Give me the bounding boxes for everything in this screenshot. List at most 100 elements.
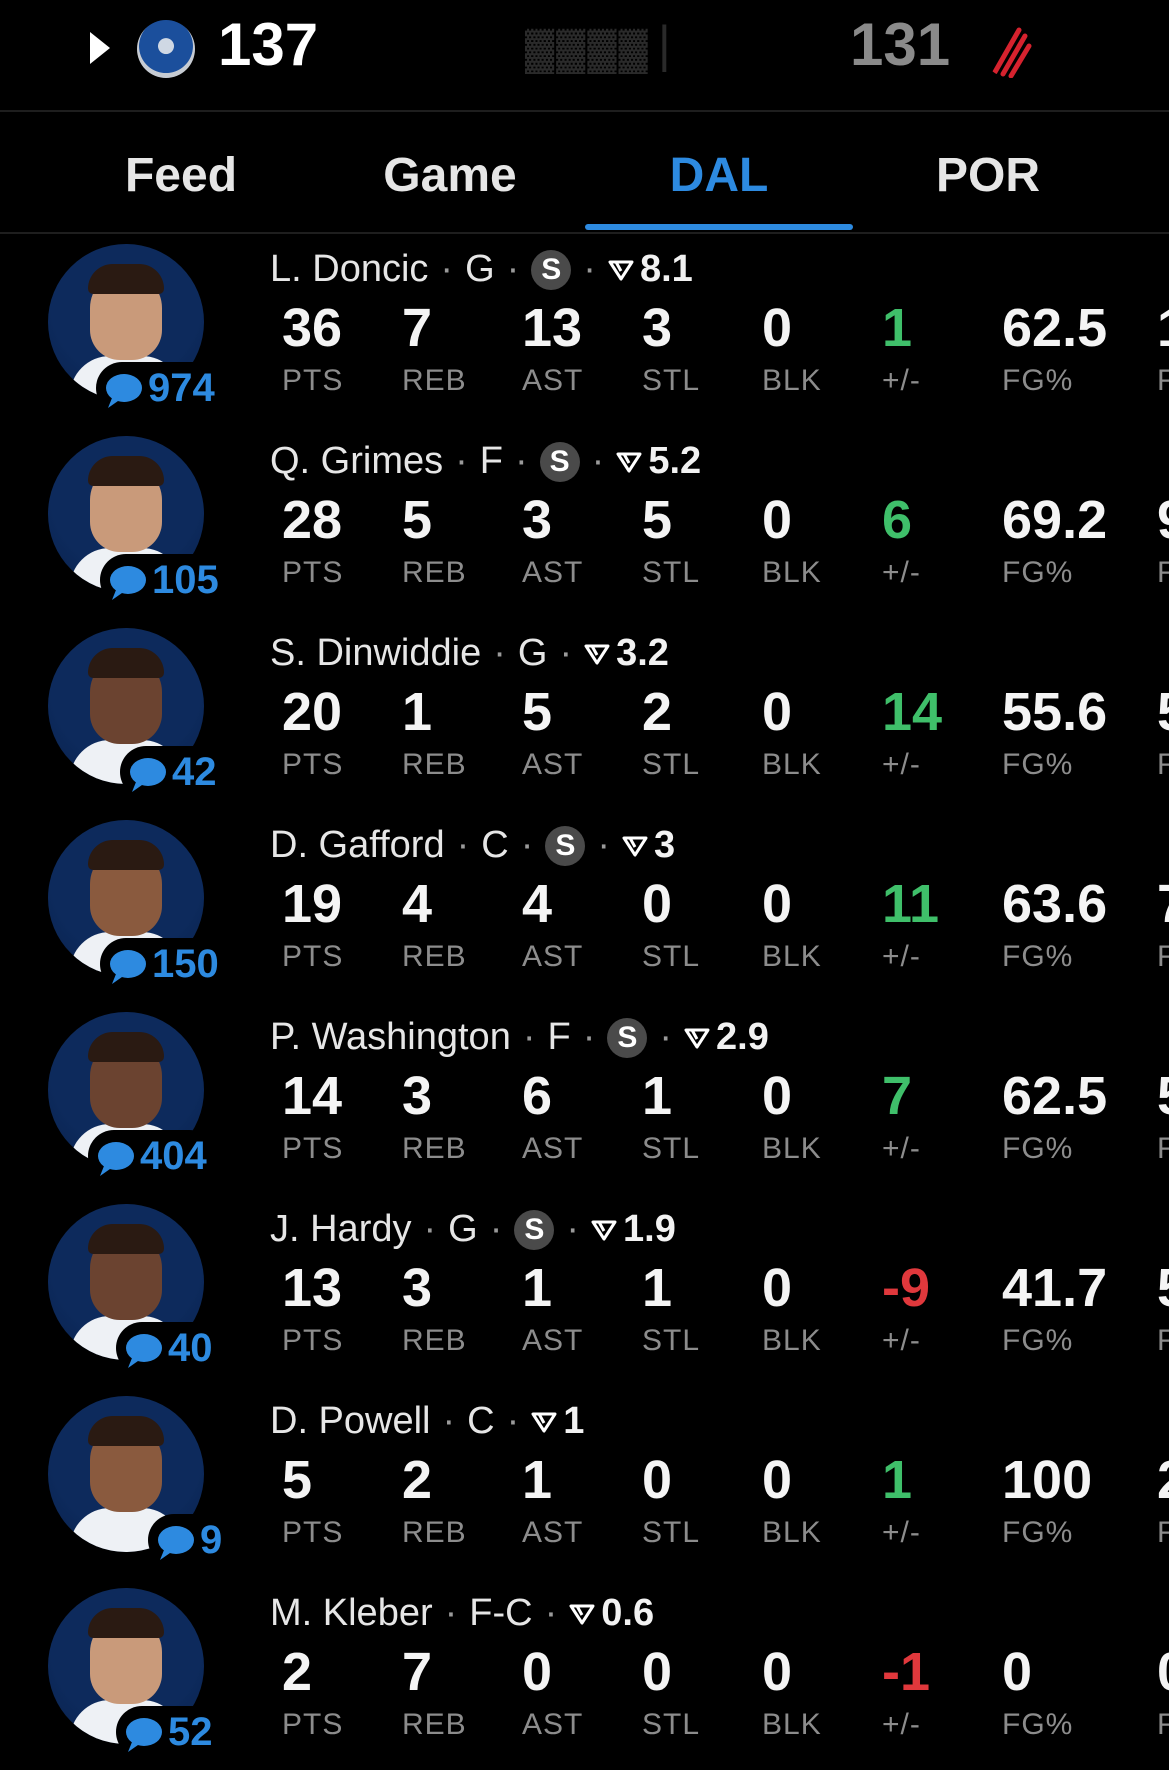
player-row[interactable]: 150 D. Gafford · C · S · 3 19 PTS 4 REB: [0, 810, 1169, 1002]
stat-next-value: 2: [1157, 1450, 1169, 1510]
rating-value: 3: [654, 824, 676, 866]
stat-pm-label: +/-: [882, 940, 921, 973]
starter-badge: S: [514, 1209, 555, 1250]
player-rating: 1: [531, 1400, 584, 1443]
stat-next: 0 F: [1157, 1642, 1169, 1742]
stat-pts-label: PTS: [282, 1132, 344, 1165]
stat-reb-value: 1: [402, 682, 433, 742]
player-row[interactable]: 40 J. Hardy · G · S · 1.9 13 PTS 3 REB 1…: [0, 1194, 1169, 1386]
stat-pm-label: +/-: [882, 748, 921, 781]
comments-button[interactable]: 105: [100, 554, 227, 606]
player-info[interactable]: L. Doncic · G · S · 8.1: [270, 248, 693, 291]
stat-blk: 0 BLK: [762, 682, 822, 782]
comments-button[interactable]: 42: [120, 746, 225, 798]
stat-ast-value: 1: [522, 1450, 553, 1510]
stat-fg-label: FG%: [1002, 1324, 1074, 1357]
stat-stl-label: STL: [642, 1132, 701, 1165]
stat-stl-label: STL: [642, 364, 701, 397]
player-row[interactable]: 974 L. Doncic · G · S · 8.1 36 PTS 7 REB…: [0, 234, 1169, 426]
scoreboard: 137 ▓▓▓▓ ▏ 131: [0, 0, 1169, 112]
separator-dot: ·: [659, 1016, 673, 1058]
stat-ast-value: 5: [522, 682, 553, 742]
stat-pts: 28 PTS: [282, 490, 343, 590]
separator-dot: ·: [506, 1400, 520, 1442]
stat-pts: 20 PTS: [282, 682, 343, 782]
separator-dot: ·: [423, 1208, 437, 1250]
player-row[interactable]: 404 P. Washington · F · S · 2.9 14 PTS 3: [0, 1002, 1169, 1194]
player-info[interactable]: P. Washington · F · S · 2.9: [270, 1016, 769, 1059]
player-info[interactable]: J. Hardy · G · S · 1.9: [270, 1208, 676, 1251]
separator-dot: ·: [582, 1016, 596, 1058]
rating-value: 3.2: [616, 632, 669, 674]
player-info[interactable]: S. Dinwiddie · G · 3.2: [270, 632, 669, 675]
stat-stl-label: STL: [642, 940, 701, 973]
stat-pts-value: 13: [282, 1258, 343, 1318]
separator-dot: ·: [455, 440, 468, 482]
stat-reb: 2 REB: [402, 1450, 467, 1550]
player-row[interactable]: 52 M. Kleber · F-C · 0.6 2 PTS 7 REB 0 A…: [0, 1578, 1169, 1770]
comments-button[interactable]: 150: [100, 938, 227, 990]
comments-button[interactable]: 974: [96, 362, 223, 414]
stat-pts: 2 PTS: [282, 1642, 343, 1742]
comments-button[interactable]: 404: [88, 1130, 215, 1182]
comments-button[interactable]: 9: [148, 1514, 231, 1566]
player-info[interactable]: D. Gafford · C · S · 3: [270, 824, 675, 867]
play-icon[interactable]: [88, 30, 112, 66]
stat-pts-value: 19: [282, 874, 343, 934]
stat-reb-label: REB: [402, 1324, 467, 1357]
player-info[interactable]: Q. Grimes · F · S · 5.2: [270, 440, 701, 483]
stat-reb: 3 REB: [402, 1066, 467, 1166]
stat-pts-label: PTS: [282, 1708, 344, 1741]
stat-stl-value: 2: [642, 682, 673, 742]
stat-next-value: 5: [1157, 1258, 1169, 1318]
player-name: Q. Grimes: [270, 440, 444, 482]
tab-dal[interactable]: DAL: [585, 148, 853, 203]
stat-fg-value: 0: [1002, 1642, 1033, 1702]
stat-stl-label: STL: [642, 1324, 701, 1357]
player-info[interactable]: M. Kleber · F-C · 0.6: [270, 1592, 654, 1635]
stat-fg: 100 FG%: [1002, 1450, 1092, 1550]
rating-value: 2.9: [716, 1016, 769, 1058]
player-row[interactable]: 105 Q. Grimes · F · S · 5.2 28 PTS 5 REB…: [0, 426, 1169, 618]
game-clock-obscured: ▓▓▓▓ ▏: [525, 27, 696, 71]
comment-count: 150: [152, 941, 219, 986]
stat-pm: 11 +/-: [882, 874, 939, 974]
stat-blk-label: BLK: [762, 556, 822, 589]
tab-por[interactable]: POR: [854, 148, 1122, 203]
comments-button[interactable]: 52: [116, 1706, 221, 1758]
player-row[interactable]: 42 S. Dinwiddie · G · 3.2 20 PTS 1 REB 5…: [0, 618, 1169, 810]
player-info[interactable]: D. Powell · C · 1: [270, 1400, 584, 1443]
hair-shape: [88, 840, 164, 870]
separator-dot: ·: [522, 1016, 536, 1058]
stat-pts-label: PTS: [282, 1324, 344, 1357]
starter-badge: S: [545, 825, 586, 866]
stat-ast: 0 AST: [522, 1642, 583, 1742]
stat-ast: 5 AST: [522, 682, 583, 782]
stat-pm-value: 6: [882, 490, 913, 550]
stat-pm: 1 +/-: [882, 298, 921, 398]
chat-bubble-icon: [126, 1718, 162, 1746]
tab-feed[interactable]: Feed: [47, 148, 315, 203]
stat-pm-label: +/-: [882, 1708, 921, 1741]
rating-arrow-icon: [531, 1412, 557, 1432]
stat-fg-label: FG%: [1002, 556, 1074, 589]
chat-bubble-icon: [110, 950, 146, 978]
stat-reb-label: REB: [402, 364, 467, 397]
mavericks-logo-icon: [137, 20, 195, 78]
stat-ast: 3 AST: [522, 490, 583, 590]
stat-fg-value: 62.5: [1002, 298, 1108, 358]
separator-dot: ·: [597, 824, 611, 866]
stat-blk-value: 0: [762, 1066, 793, 1126]
player-row[interactable]: 9 D. Powell · C · 1 5 PTS 2 REB 1 AST 0 …: [0, 1386, 1169, 1578]
stat-fg-value: 63.6: [1002, 874, 1108, 934]
separator-dot: ·: [444, 1592, 458, 1634]
stat-pm-value: 1: [882, 1450, 913, 1510]
chat-bubble-icon: [130, 758, 166, 786]
tab-game[interactable]: Game: [316, 148, 584, 203]
comments-button[interactable]: 40: [116, 1322, 221, 1374]
stat-ast-value: 4: [522, 874, 553, 934]
stat-pts-value: 36: [282, 298, 343, 358]
rating-arrow-icon: [616, 452, 642, 472]
stat-blk: 0 BLK: [762, 490, 822, 590]
stat-pts-value: 2: [282, 1642, 313, 1702]
